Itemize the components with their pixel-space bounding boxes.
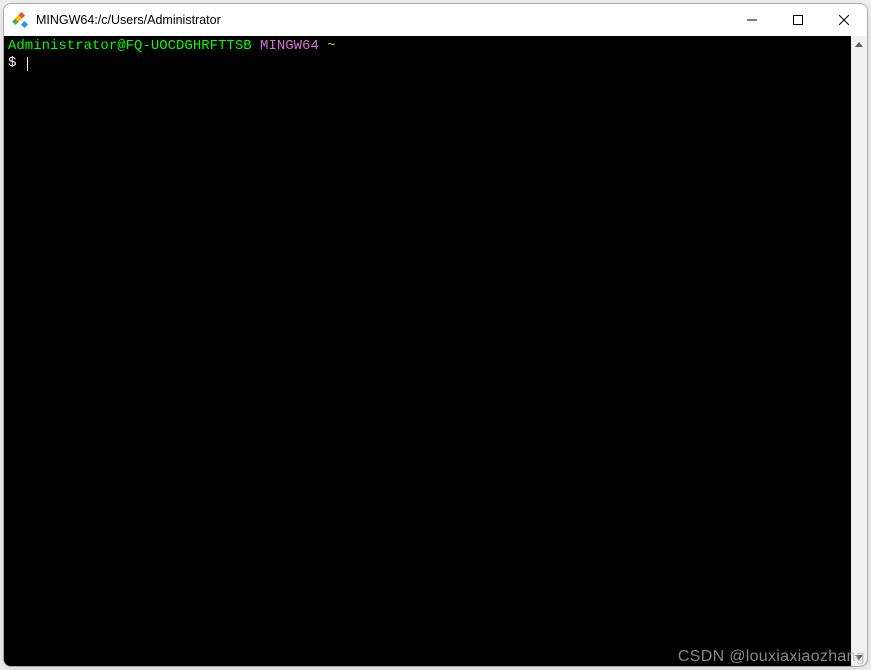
window-title: MINGW64:/c/Users/Administrator xyxy=(36,13,729,27)
window-controls xyxy=(729,4,867,36)
terminal-window: MINGW64:/c/Users/Administrator Administr xyxy=(3,3,868,667)
prompt-symbol: $ xyxy=(8,55,16,71)
terminal-area: Administrator@FQ-UOCDGHRFTTSB MINGW64 ~ … xyxy=(4,36,867,666)
terminal-cursor xyxy=(27,57,28,71)
scroll-down-button[interactable] xyxy=(851,649,867,666)
app-icon xyxy=(12,12,28,28)
scroll-track[interactable] xyxy=(851,53,867,649)
close-icon xyxy=(839,15,849,25)
maximize-button[interactable] xyxy=(775,4,821,36)
scroll-up-button[interactable] xyxy=(851,36,867,53)
prompt-path: ~ xyxy=(327,38,335,54)
close-button[interactable] xyxy=(821,4,867,36)
minimize-icon xyxy=(747,15,757,25)
minimize-button[interactable] xyxy=(729,4,775,36)
chevron-up-icon xyxy=(855,42,863,47)
vertical-scrollbar[interactable] xyxy=(851,36,867,666)
prompt-environment: MINGW64 xyxy=(260,38,319,54)
chevron-down-icon xyxy=(855,655,863,660)
terminal-content[interactable]: Administrator@FQ-UOCDGHRFTTSB MINGW64 ~ … xyxy=(4,36,851,666)
titlebar: MINGW64:/c/Users/Administrator xyxy=(4,4,867,36)
maximize-icon xyxy=(793,15,803,25)
prompt-user-host: Administrator@FQ-UOCDGHRFTTSB xyxy=(8,38,252,54)
